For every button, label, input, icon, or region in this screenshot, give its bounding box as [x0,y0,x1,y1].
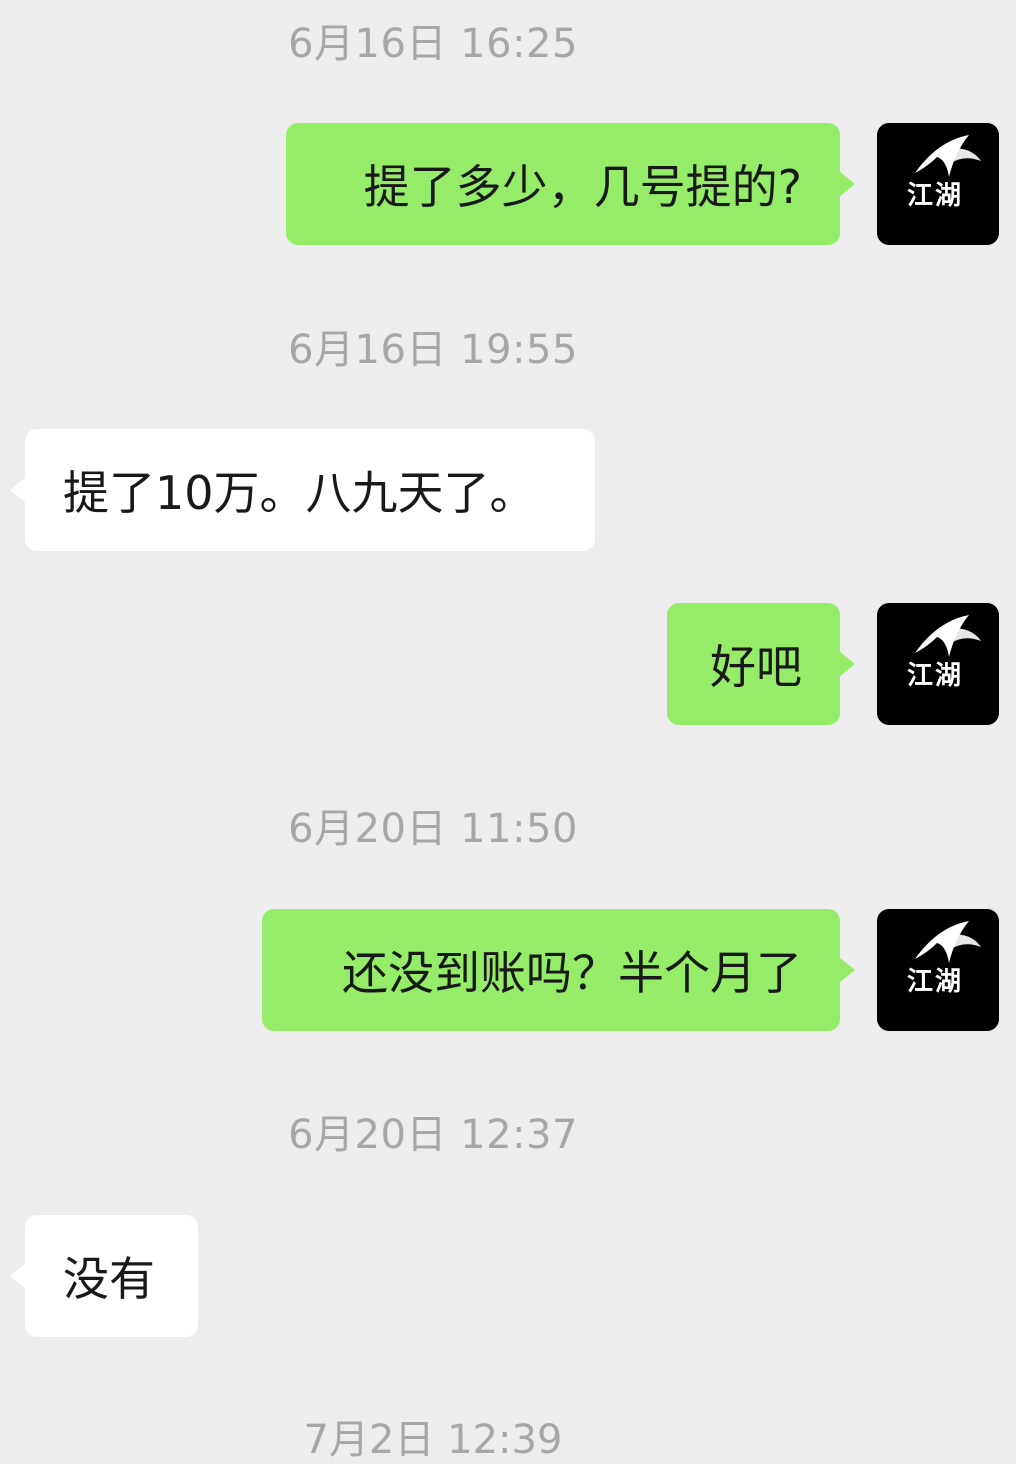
bubble-tail [839,957,855,983]
incoming-message-bubble[interactable]: 没有 [10,1215,198,1337]
message-text: 没有 [63,1252,155,1306]
timestamp: 6月20日 12:37 [288,1112,578,1158]
avatar-text: 江湖 [907,661,964,691]
timestamp: 6月20日 11:50 [288,806,578,852]
bubble-tail [839,171,855,197]
timestamp: 6月16日 16:25 [288,21,578,67]
avatar-text: 江湖 [907,967,964,997]
avatar[interactable]: 江湖 [877,123,999,245]
timestamp: 7月2日 12:39 [303,1417,563,1463]
message-text: 提了多少，几号提的? [363,160,802,214]
message-text: 提了10万。八九天了。 [63,466,536,520]
bubble-tail [839,651,855,677]
outgoing-message-bubble[interactable]: 提了多少，几号提的? [286,123,855,245]
message-text: 还没到账吗？半个月了 [342,946,802,1000]
timestamp: 6月16日 19:55 [288,327,578,373]
outgoing-message-bubble[interactable]: 好吧 [667,603,855,725]
incoming-message-bubble[interactable]: 提了10万。八九天了。 [10,429,595,551]
avatar[interactable]: 江湖 [877,909,999,1031]
avatar-text: 江湖 [907,181,964,211]
bubble-tail [10,1263,26,1289]
outgoing-message-bubble[interactable]: 还没到账吗？半个月了 [262,909,855,1031]
avatar[interactable]: 江湖 [877,603,999,725]
bubble-tail [10,477,26,503]
message-text: 好吧 [710,640,802,694]
